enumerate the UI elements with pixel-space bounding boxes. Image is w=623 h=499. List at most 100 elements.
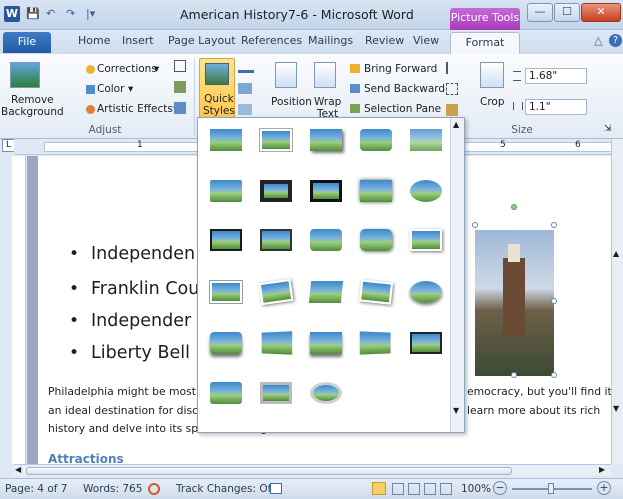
bullet-item[interactable]: Franklin Cou [69, 279, 199, 299]
picture-style-thumbnail[interactable] [360, 229, 392, 251]
zoom-level[interactable]: 100% [461, 483, 491, 495]
word-app-icon[interactable]: W [4, 6, 20, 22]
remove-background-button[interactable]: Remove Background [1, 94, 64, 118]
picture-effects-icon[interactable] [238, 83, 252, 94]
customize-qat-icon[interactable]: |▾ [86, 7, 95, 20]
outline-view-icon[interactable] [424, 483, 436, 495]
picture-style-thumbnail[interactable] [359, 331, 391, 355]
picture-style-thumbnail[interactable] [260, 382, 292, 404]
paragraph-line[interactable]: learn more about its rich [467, 404, 600, 417]
crop-button[interactable]: Crop [480, 96, 505, 108]
quick-styles-button[interactable]: Quick Styles [199, 58, 235, 118]
size-dialog-launcher-icon[interactable]: ⇲ [604, 124, 612, 134]
scroll-left-icon[interactable]: ◀ [15, 465, 21, 474]
tab-file[interactable]: File [3, 32, 51, 53]
picture-style-thumbnail[interactable] [210, 229, 242, 251]
change-picture-icon[interactable] [174, 81, 186, 93]
print-layout-view-icon[interactable] [372, 482, 386, 495]
artistic-effects-button[interactable]: Artistic Effects [97, 103, 173, 115]
shape-width-field[interactable]: 1.1" [525, 99, 587, 115]
picture-style-thumbnail[interactable] [310, 129, 342, 151]
save-icon[interactable]: 💾 [26, 7, 40, 20]
picture-style-thumbnail[interactable] [259, 128, 293, 152]
picture-style-thumbnail[interactable] [310, 229, 342, 251]
reset-picture-icon[interactable] [174, 102, 186, 114]
resize-handle[interactable] [551, 372, 557, 378]
vertical-ruler[interactable] [12, 156, 26, 464]
undo-icon[interactable]: ↶ [46, 7, 55, 20]
picture-style-thumbnail[interactable] [308, 281, 344, 303]
rotate-handle[interactable] [511, 204, 517, 210]
color-button[interactable]: Color [97, 83, 124, 95]
zoom-out-icon[interactable]: − [493, 481, 507, 495]
picture-style-thumbnail[interactable] [360, 180, 392, 202]
resize-handle[interactable] [511, 372, 517, 378]
resize-handle[interactable] [472, 222, 478, 228]
tab-review[interactable]: Review [365, 34, 404, 47]
picture-style-thumbnail[interactable] [410, 129, 442, 151]
picture-style-thumbnail[interactable] [210, 129, 242, 151]
scroll-thumb[interactable] [26, 467, 512, 475]
picture-style-thumbnail[interactable] [360, 129, 392, 151]
quick-styles-gallery[interactable]: ▲ ▼ [197, 117, 465, 433]
tab-page-layout[interactable]: Page Layout [168, 34, 236, 47]
tab-mailings[interactable]: Mailings [308, 34, 353, 47]
gallery-scroll-down-icon[interactable]: ▼ [453, 406, 459, 415]
rotate-icon[interactable] [446, 104, 458, 116]
tab-references[interactable]: References [241, 34, 302, 47]
picture-style-thumbnail[interactable] [260, 229, 292, 251]
gallery-scroll-up-icon[interactable]: ▲ [453, 120, 459, 129]
corrections-button[interactable]: Corrections [97, 63, 157, 75]
group-icon[interactable] [446, 83, 458, 95]
tab-format[interactable]: Format [450, 32, 520, 54]
corrections-dropdown-icon[interactable]: ▾ [154, 63, 159, 75]
scroll-right-icon[interactable]: ▶ [599, 465, 605, 474]
tab-view[interactable]: View [413, 34, 439, 47]
full-screen-view-icon[interactable] [392, 483, 404, 495]
picture-style-thumbnail[interactable] [358, 279, 394, 305]
word-count[interactable]: Words: 765 [83, 483, 142, 495]
resize-handle[interactable] [551, 298, 557, 304]
macro-icon[interactable] [270, 483, 282, 494]
picture-style-thumbnail[interactable] [260, 180, 292, 202]
shape-height-field[interactable]: 1.68" [525, 68, 587, 84]
bring-forward-button[interactable]: Bring Forward [364, 63, 437, 75]
picture-style-thumbnail[interactable] [210, 382, 242, 404]
resize-handle[interactable] [551, 222, 557, 228]
independence-hall-picture[interactable] [475, 230, 554, 376]
horizontal-scrollbar[interactable]: ◀ ▶ [14, 464, 611, 476]
collapse-ribbon-icon[interactable]: △ [594, 34, 602, 47]
picture-style-thumbnail[interactable] [310, 332, 342, 354]
paragraph-line[interactable]: emocracy, but you'll find it's [467, 385, 620, 398]
redo-icon[interactable]: ↷ [66, 7, 75, 20]
tab-insert[interactable]: Insert [122, 34, 154, 47]
picture-style-thumbnail[interactable] [410, 332, 442, 354]
picture-style-thumbnail[interactable] [310, 382, 342, 404]
bullet-item[interactable]: Independer [69, 311, 191, 331]
picture-style-thumbnail[interactable] [258, 278, 294, 306]
vertical-scrollbar[interactable]: ▲ ▼ [611, 139, 623, 464]
draft-view-icon[interactable] [440, 483, 452, 495]
bullet-item[interactable]: Liberty Bell [69, 343, 190, 363]
proofing-icon[interactable] [148, 483, 160, 495]
zoom-in-icon[interactable]: + [597, 481, 611, 495]
track-changes-status[interactable]: Track Changes: Off [176, 483, 275, 495]
minimize-button[interactable]: — [527, 3, 553, 22]
picture-style-thumbnail[interactable] [210, 332, 242, 354]
close-button[interactable]: ✕ [581, 3, 621, 22]
bullet-item[interactable]: Independen [69, 244, 195, 264]
paragraph-line[interactable]: an ideal destination for disc [48, 404, 198, 417]
color-dropdown-icon[interactable]: ▾ [128, 83, 133, 95]
align-icon[interactable] [446, 62, 458, 74]
maximize-button[interactable]: ☐ [554, 3, 580, 22]
compress-pictures-icon[interactable] [174, 60, 186, 72]
gallery-scrollbar[interactable]: ▲ ▼ [450, 118, 464, 432]
picture-style-thumbnail[interactable] [410, 229, 442, 251]
position-button[interactable]: Position [271, 96, 312, 108]
page-count[interactable]: Page: 4 of 7 [5, 483, 67, 495]
zoom-slider-thumb[interactable] [548, 483, 554, 494]
web-layout-view-icon[interactable] [408, 483, 420, 495]
picture-border-icon[interactable] [238, 62, 254, 73]
picture-style-thumbnail[interactable] [261, 331, 293, 355]
send-backward-button[interactable]: Send Backward [364, 83, 445, 95]
